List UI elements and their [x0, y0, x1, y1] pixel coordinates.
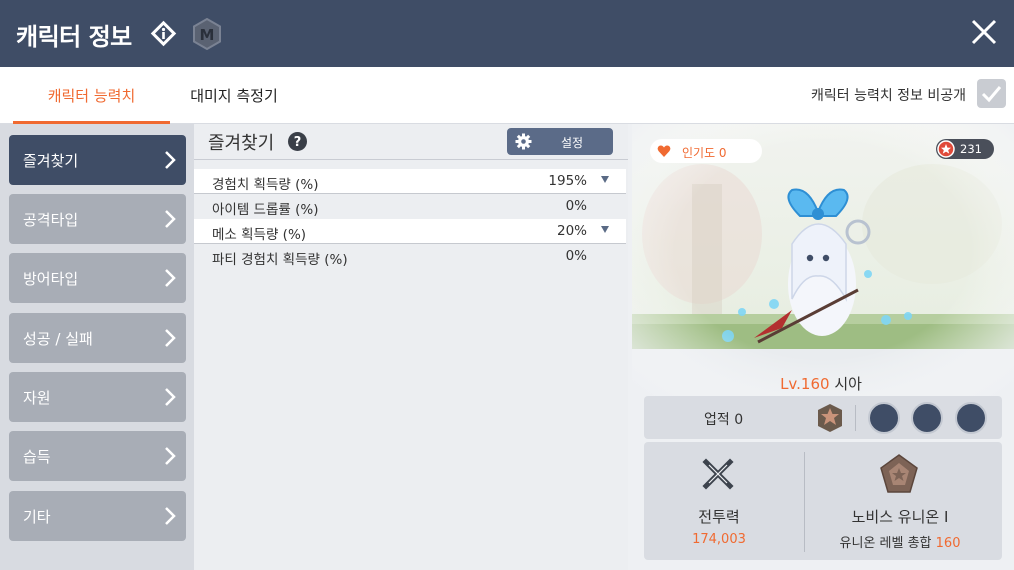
check-icon	[981, 86, 1002, 103]
chevron-right-icon	[165, 447, 176, 465]
chevron-right-icon	[165, 269, 176, 287]
character-level: Lv.160	[780, 375, 830, 393]
chevron-right-icon	[165, 210, 176, 228]
crossed-swords-icon	[702, 458, 734, 490]
maple-m-icon[interactable]: M	[192, 18, 222, 50]
help-icon[interactable]: ?	[288, 132, 307, 151]
union-level-value: 160	[935, 536, 961, 551]
character-name-text: 시아	[834, 375, 862, 393]
svg-text:M: M	[200, 26, 215, 44]
divider	[855, 405, 856, 431]
character-name: Lv.160 시아	[628, 373, 1014, 394]
sidebar-item-favorites[interactable]: 즐겨찾기	[9, 135, 186, 185]
sidebar-item-acquisition[interactable]: 습득	[9, 431, 186, 481]
stat-row: 아이템 드롭률 (%) 0%	[194, 194, 626, 218]
sidebar-item-resources[interactable]: 자원	[9, 372, 186, 422]
window-header: 캐릭터 정보 M	[0, 0, 1014, 67]
sidebar-item-label: 성공 / 실패	[23, 330, 93, 348]
union-level: 유니온 레벨 총합 160	[804, 532, 996, 551]
svg-text:?: ?	[294, 135, 302, 150]
star-count: 231	[960, 142, 982, 156]
stat-name: 아이템 드롭률 (%)	[212, 202, 319, 218]
achievement-label: 업적 0	[704, 412, 744, 428]
character-scene	[632, 124, 1014, 404]
achievement-emblem-icon[interactable]	[816, 403, 844, 433]
settings-button[interactable]: 설정	[507, 128, 613, 155]
union-level-label: 유니온 레벨 총합	[839, 536, 932, 551]
sidebar-item-label: 공격타입	[23, 211, 79, 229]
achievement-slot[interactable]	[868, 402, 900, 434]
star-badge: 231	[936, 139, 994, 159]
stat-row[interactable]: 메소 획득량 (%) 20%	[194, 219, 626, 243]
character-profile: 인기도 0 231 Lv.160 시아 업적 0 전투력 174,003 노비스…	[628, 124, 1014, 570]
combat-power-value: 174,003	[692, 532, 746, 547]
tab-character-stats[interactable]: 캐릭터 능력치	[13, 67, 170, 124]
combat-power-label: 전투력	[698, 508, 740, 526]
achievement-bar: 업적 0	[644, 396, 1002, 439]
expand-arrow-icon[interactable]	[601, 176, 609, 183]
settings-label: 설정	[561, 136, 584, 150]
gear-icon	[515, 133, 532, 150]
sidebar-item-success-fail[interactable]: 성공 / 실패	[9, 313, 186, 363]
category-sidebar: 즐겨찾기 공격타입 방어타입 성공 / 실패 자원 습득 기타	[0, 124, 194, 570]
star-icon	[937, 140, 955, 158]
tab-bar: 캐릭터 능력치 대미지 측정기 캐릭터 능력치 정보 비공개	[0, 67, 1014, 124]
union-name: 노비스 유니온 I	[851, 508, 949, 526]
sidebar-item-label: 자원	[23, 389, 51, 407]
stat-value: 195%	[548, 173, 587, 189]
chevron-right-icon	[165, 388, 176, 406]
privacy-checkbox[interactable]	[977, 79, 1006, 108]
stat-row[interactable]: 경험치 획득량 (%) 195%	[194, 169, 626, 193]
sidebar-item-attack-type[interactable]: 공격타입	[9, 194, 186, 244]
achievement-slot[interactable]	[911, 402, 943, 434]
info-icon[interactable]	[150, 20, 177, 47]
achievement-slot[interactable]	[955, 402, 987, 434]
sidebar-item-label: 방어타입	[23, 270, 79, 288]
stat-value: 0%	[565, 248, 587, 264]
stat-name: 파티 경험치 획득량 (%)	[212, 252, 348, 268]
summary-box: 전투력 174,003 노비스 유니온 I 유니온 레벨 총합 160	[644, 442, 1002, 560]
privacy-label: 캐릭터 능력치 정보 비공개	[811, 88, 967, 104]
sidebar-item-label: 즐겨찾기	[23, 152, 79, 170]
stat-name: 경험치 획득량 (%)	[212, 177, 319, 193]
stat-row: 파티 경험치 획득량 (%) 0%	[194, 244, 626, 268]
chevron-right-icon	[165, 329, 176, 347]
divider	[194, 159, 628, 160]
stats-panel: 즐겨찾기 ? 설정 경험치 획득량 (%) 195% 아이템 드롭률 (%) 0…	[194, 124, 628, 570]
expand-arrow-icon[interactable]	[601, 226, 609, 233]
union-emblem-icon	[880, 454, 918, 493]
window-title: 캐릭터 정보	[16, 23, 132, 51]
stat-value: 0%	[565, 198, 587, 214]
sidebar-item-defense-type[interactable]: 방어타입	[9, 253, 186, 303]
chevron-right-icon	[165, 151, 176, 169]
popularity-badge: 인기도 0	[650, 139, 762, 163]
sidebar-item-label: 기타	[23, 508, 51, 526]
chevron-right-icon	[165, 507, 176, 525]
panel-title: 즐겨찾기	[208, 133, 275, 154]
close-icon[interactable]	[970, 18, 998, 46]
tab-damage-meter[interactable]: 대미지 측정기	[170, 67, 298, 124]
sidebar-item-label: 습득	[23, 448, 51, 466]
popularity-text: 인기도 0	[682, 146, 727, 160]
heart-icon	[657, 145, 671, 157]
stat-name: 메소 획득량 (%)	[212, 227, 307, 243]
stat-value: 20%	[556, 223, 587, 239]
sidebar-item-etc[interactable]: 기타	[9, 491, 186, 541]
